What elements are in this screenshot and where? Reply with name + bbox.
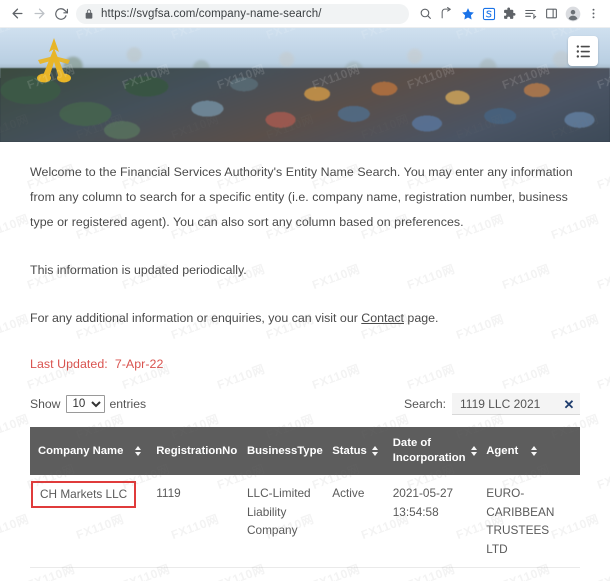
- update-note-paragraph: This information is updated periodically…: [30, 263, 247, 277]
- last-updated-value: 7-Apr-22: [114, 357, 164, 371]
- extensions-puzzle-icon[interactable]: [499, 3, 520, 25]
- address-bar-url: https://svgfsa.com/company-name-search/: [101, 7, 322, 20]
- contact-paragraph-post: page.: [403, 311, 439, 325]
- zoom-search-icon[interactable]: [415, 3, 436, 25]
- search-input[interactable]: [452, 393, 580, 415]
- reload-icon[interactable]: [50, 3, 72, 25]
- last-updated-label: Last Updated:: [30, 357, 108, 371]
- bookmark-star-icon[interactable]: [457, 3, 478, 25]
- page-length-select[interactable]: 10: [65, 395, 105, 413]
- cell-company-name[interactable]: CH Markets LLC: [30, 475, 149, 568]
- column-label: Company Name: [38, 444, 124, 457]
- table-body: CH Markets LLC 1119 LLC-Limited Liabilit…: [30, 475, 580, 568]
- sort-icon: [470, 445, 478, 458]
- browser-toolbar-icons: [415, 3, 604, 25]
- cell-business-type: LLC-Limited Liability Company: [239, 475, 325, 568]
- sort-icon: [580, 445, 588, 458]
- column-header-business-type[interactable]: BusinessType: [239, 427, 334, 475]
- column-label: BusinessType: [247, 444, 323, 457]
- back-arrow-icon[interactable]: [6, 3, 28, 25]
- table-row[interactable]: CH Markets LLC 1119 LLC-Limited Liabilit…: [30, 475, 580, 568]
- cell-agent: EURO-CARIBBEAN TRUSTEES LTD: [478, 475, 554, 568]
- fsa-logo[interactable]: [24, 34, 84, 90]
- page-length-control: Show 10 entries: [30, 395, 146, 413]
- search-input-wrapper: ✕: [452, 393, 580, 415]
- contact-paragraph: For any additional information or enquir…: [30, 283, 580, 331]
- search-label: Search:: [403, 397, 446, 411]
- lock-icon: [84, 8, 94, 19]
- cell-extra-3: [568, 475, 580, 568]
- entries-label: entries: [109, 397, 147, 411]
- column-header-registration-no[interactable]: RegistrationNo: [148, 427, 249, 475]
- site-menu-button[interactable]: [568, 36, 598, 66]
- entity-results-table: Company Name RegistrationNo BusinessType…: [30, 427, 588, 568]
- column-header-status[interactable]: Status: [324, 427, 385, 475]
- list-menu-icon: [576, 44, 590, 58]
- column-label: Date of Incorporation: [392, 437, 466, 464]
- hero-aerial-photo: [0, 68, 610, 142]
- page-root: https://svgfsa.com/company-name-search/: [0, 0, 610, 581]
- table-header: Company Name RegistrationNo BusinessType…: [30, 427, 588, 475]
- table-header-row: Company Name RegistrationNo BusinessType…: [30, 427, 588, 475]
- main-content: Welcome to the Financial Services Author…: [0, 142, 610, 581]
- column-header-company-name[interactable]: Company Name: [30, 427, 149, 475]
- cell-registration-no: 1119: [148, 475, 239, 568]
- reading-list-icon[interactable]: [520, 3, 541, 25]
- column-label: Status: [332, 444, 367, 457]
- search-control: Search: ✕: [404, 393, 580, 415]
- forward-arrow-icon[interactable]: [28, 3, 50, 25]
- profile-avatar-icon[interactable]: [562, 3, 583, 25]
- browser-menu-icon[interactable]: [583, 3, 604, 25]
- column-header-extra-1[interactable]: [544, 427, 564, 475]
- cell-date-of-incorporation: 2021-05-27 13:54:58: [384, 475, 479, 568]
- contact-paragraph-pre: For any additional information or enquir…: [30, 311, 362, 325]
- company-name-highlight: CH Markets LLC: [31, 481, 137, 508]
- s-extension-icon[interactable]: [478, 3, 499, 25]
- sort-icon: [371, 445, 379, 458]
- column-header-agent[interactable]: Agent: [478, 427, 545, 475]
- address-bar[interactable]: https://svgfsa.com/company-name-search/: [76, 3, 409, 24]
- datatable-controls: Show 10 entries Search: ✕: [30, 371, 580, 415]
- intro-paragraph: Welcome to the Financial Services Author…: [30, 165, 573, 229]
- sort-icon: [530, 445, 538, 458]
- column-header-extra-2[interactable]: [556, 427, 576, 475]
- show-label: Show: [30, 397, 61, 411]
- datatable-footer: Showing 1 to 1 of 1 entries (filtered fr…: [30, 568, 580, 581]
- sort-icon: [134, 445, 142, 458]
- share-icon[interactable]: [436, 3, 457, 25]
- column-header-extra-3[interactable]: [568, 427, 588, 475]
- column-label: RegistrationNo: [156, 444, 238, 457]
- column-label: Agent: [486, 444, 519, 457]
- last-updated: Last Updated: 7-Apr-22: [30, 331, 580, 371]
- cell-extra-2: [556, 475, 569, 568]
- cell-status: Active: [324, 475, 385, 568]
- clear-search-icon[interactable]: ✕: [562, 397, 576, 411]
- column-header-date-of-incorporation[interactable]: Date of Incorporation: [384, 427, 479, 475]
- side-panel-icon[interactable]: [541, 3, 562, 25]
- site-hero-banner: [0, 28, 610, 142]
- browser-toolbar: https://svgfsa.com/company-name-search/: [0, 0, 610, 28]
- contact-link[interactable]: Contact: [361, 311, 404, 325]
